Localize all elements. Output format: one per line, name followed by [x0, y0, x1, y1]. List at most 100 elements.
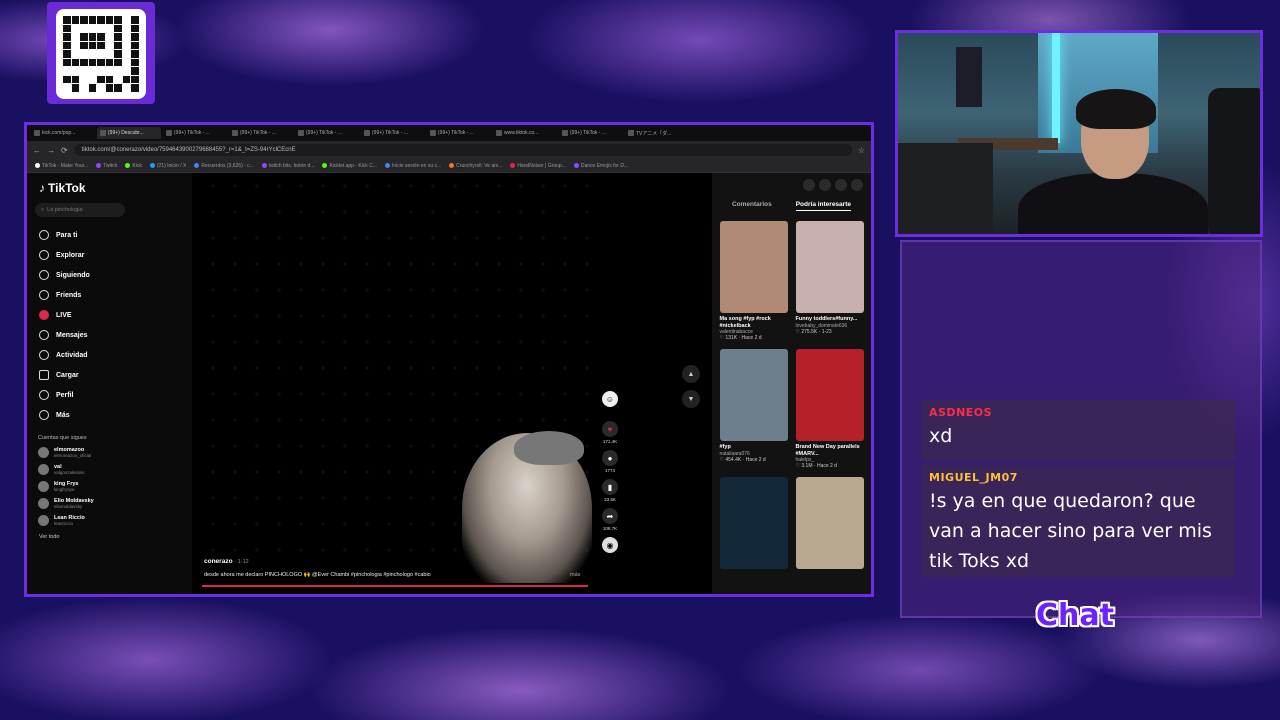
sidebar-item-perfil[interactable]: Perfil [35, 385, 184, 405]
qr-module [97, 75, 105, 84]
following-item[interactable]: val valgonzalessss [38, 464, 184, 475]
browser-tab[interactable]: (99+) TikTok - ... [229, 127, 293, 139]
more-link[interactable]: más [570, 572, 580, 578]
comment-icon[interactable]: ● [602, 450, 618, 466]
browser-tab[interactable]: kick.com/pop... [31, 127, 95, 139]
phone-icon[interactable] [819, 179, 831, 191]
bookmark-item[interactable]: Inicie sesión en su c... [384, 163, 441, 169]
player-controls [720, 179, 863, 191]
qr-pattern [56, 9, 146, 99]
share-icon[interactable]: ➦ [602, 508, 618, 524]
reload-icon[interactable]: ⟳ [61, 146, 68, 155]
bookmark-item[interactable]: TikTok - Make Your... [35, 163, 88, 169]
profile-avatar-icon[interactable] [851, 179, 863, 191]
chevron-up-icon[interactable]: ▲ [682, 365, 700, 383]
tab-favicon-icon [166, 130, 172, 136]
browser-tab[interactable]: (99+) Descubr... [97, 127, 161, 139]
bookmark-item[interactable]: Kick [125, 163, 142, 169]
sidebar-item-siguiendo[interactable]: Siguiendo [35, 265, 184, 285]
bookmark-favicon-icon [384, 163, 390, 168]
following-item[interactable]: Lean Riccio leanriccio [38, 515, 184, 526]
bookmark-item[interactable]: Kicklet.app - Kick C... [322, 163, 377, 169]
back-icon[interactable]: ← [33, 146, 41, 155]
star-icon[interactable]: ☆ [858, 146, 865, 155]
qr-module [71, 41, 80, 50]
chat-message: ASDNEOS xd [922, 400, 1235, 460]
bookmark-item[interactable]: twitch bits: botón d... [261, 163, 314, 169]
sound-disc-icon[interactable]: ◉ [602, 537, 618, 553]
comment-count: 1774 [604, 468, 615, 473]
browser-tab[interactable]: (99+) TikTok - ... [295, 127, 359, 139]
tab-recommended[interactable]: Podría interesarte [795, 201, 851, 211]
following-item[interactable]: elmomazoo elmomazoo_oficial [38, 447, 184, 458]
avatar [38, 515, 49, 526]
qr-module [114, 67, 122, 75]
sidebar-item-explorar[interactable]: Explorar [35, 245, 184, 265]
qr-module [80, 67, 88, 75]
qr-module [80, 58, 88, 67]
qr-module [131, 24, 139, 33]
download-icon[interactable] [835, 179, 847, 191]
browser-tab[interactable]: (99+) TikTok - ... [361, 127, 425, 139]
browser-tab[interactable]: (99+) TikTok - ... [559, 127, 623, 139]
following-item[interactable]: Elio Moldavsky eliomoldavsky [38, 498, 184, 509]
qr-module [63, 24, 71, 33]
settings-icon[interactable] [803, 179, 815, 191]
sidebar-item-live[interactable]: LIVE [35, 305, 184, 325]
video-player[interactable]: conerazo · 1-12 desde ahora me declaro P… [192, 173, 712, 594]
browser-tab[interactable]: TVアニメ「ダ... [625, 127, 689, 139]
qr-module [131, 41, 139, 50]
qr-module [105, 67, 114, 75]
forward-icon[interactable]: → [47, 146, 55, 155]
author-avatar[interactable]: ☺ [602, 391, 618, 407]
heart-icon[interactable]: ♥ [602, 421, 618, 437]
sidebar-item-más[interactable]: Más [35, 405, 184, 425]
url-field[interactable]: tiktok.com/@conerazo/video/7594643900279… [73, 144, 852, 156]
sidebar-item-mensajes[interactable]: Mensajes [35, 325, 184, 345]
qr-module [71, 84, 80, 92]
recommended-video[interactable] [719, 477, 788, 569]
qr-module [88, 58, 97, 67]
bookmark-item[interactable]: Twitch [96, 163, 117, 169]
bookmark-icon[interactable]: ▮ [602, 479, 618, 495]
qr-module [88, 24, 97, 33]
bookmark-favicon-icon [261, 163, 267, 168]
sidebar-item-actividad[interactable]: Actividad [35, 345, 184, 365]
tab-comments[interactable]: Comentarios [732, 201, 772, 211]
sidebar-item-friends[interactable]: Friends [35, 285, 184, 305]
qr-module [63, 33, 71, 41]
following-item[interactable]: king Frys kingfryspe [38, 481, 184, 492]
bookmark-item[interactable]: (21) Inicio / X [149, 163, 186, 169]
search-input[interactable]: ⌕ La pinchologia [35, 203, 125, 217]
bookmark-item[interactable]: Crunchyroll: Ve ani... [449, 163, 502, 169]
qr-module [80, 16, 88, 24]
recommended-video[interactable]: #fyp nataliaara076 ♡ 454.4K · Hace 2 d [719, 349, 788, 469]
recommended-video[interactable]: Funny toddlers#funny... lovebaby_dominate… [795, 221, 864, 341]
sidebar-item-para-ti[interactable]: Para ti [35, 225, 184, 245]
qr-module [88, 84, 97, 92]
see-all-link[interactable]: Ver todo [39, 534, 184, 540]
browser-tab[interactable]: www.tiktok.co... [493, 127, 557, 139]
browser-tab[interactable]: (99+) TikTok - ... [163, 127, 227, 139]
qr-module [88, 67, 97, 75]
bookmark-item[interactable]: Recuerdos (3,626) - c... [194, 163, 254, 169]
compass-icon [39, 250, 49, 260]
chevron-down-icon[interactable]: ▼ [682, 390, 700, 408]
streamer-hair [1076, 89, 1156, 129]
video-progress[interactable] [202, 585, 588, 587]
tiktok-logo[interactable]: ♪ TikTok [39, 181, 184, 195]
save-count: 33.5K [604, 497, 616, 502]
recommended-video[interactable]: Brand New Day parallels #MARV... halelps_… [795, 349, 864, 469]
browser-tab[interactable]: (99+) TikTok - ... [427, 127, 491, 139]
video-thumbnail [719, 477, 788, 569]
sidebar-item-cargar[interactable]: Cargar [35, 365, 184, 385]
recommended-video[interactable] [795, 477, 864, 569]
video-author[interactable]: conerazo · 1-12 [204, 558, 249, 565]
qr-module [105, 24, 114, 33]
bookmark-item[interactable]: HandNoiser | Group... [510, 163, 566, 169]
qr-module [131, 50, 139, 58]
bookmark-item[interactable]: Dance Emojis for D... [573, 163, 628, 169]
recommended-video[interactable]: Ma song #fyp #rock #nickelback valentinab… [719, 221, 788, 341]
qr-module [63, 16, 71, 24]
qr-module [131, 58, 139, 67]
